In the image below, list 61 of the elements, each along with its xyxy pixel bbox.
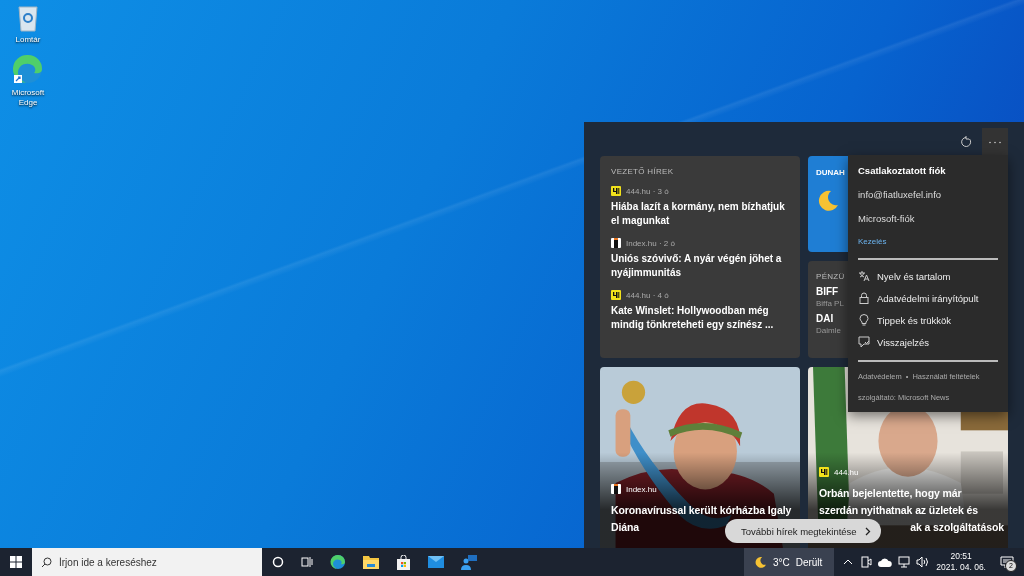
icon-label: Lomtár <box>14 35 42 45</box>
menu-item[interactable]: Visszajelzés <box>858 336 998 348</box>
card-heading: PÉNZÜ <box>816 272 845 281</box>
account-type: Microsoft-fiók <box>858 213 916 224</box>
store-icon[interactable] <box>396 554 411 570</box>
search-field[interactable]: Írjon ide a kereséshez <box>32 548 262 576</box>
headline-line[interactable]: Orbán bejelentette, hogy már <box>819 486 962 500</box>
edge-icon[interactable] <box>330 554 346 570</box>
windows-icon <box>10 556 22 568</box>
recycle-bin-icon[interactable] <box>17 4 39 32</box>
source-logo-icon <box>611 238 621 248</box>
headline-line[interactable]: szerdán nyithatnak az üzletek és <box>819 503 979 517</box>
moon-icon <box>816 189 840 213</box>
chevron-right-icon <box>864 526 871 536</box>
news-source: Index.hu · 2 ó <box>626 238 675 248</box>
moon-icon <box>753 555 767 569</box>
source-logo-icon <box>819 467 829 477</box>
source-logo-icon <box>611 186 621 196</box>
stock-name: Daimle <box>816 326 841 335</box>
card-heading: DUNAH <box>816 168 845 177</box>
refresh-icon <box>960 136 972 148</box>
camera-icon[interactable] <box>860 556 873 568</box>
manage-link[interactable]: Kezelés <box>858 237 998 246</box>
menu-item[interactable]: Tippek és trükkök <box>858 314 998 326</box>
clock[interactable]: 20:51 2021. 04. 06. <box>936 551 986 573</box>
news-source: 444.hu · 4 ó <box>626 290 669 300</box>
ellipsis-icon <box>988 140 1002 144</box>
news-source: Index.hu <box>626 484 657 494</box>
account-email: info@fiatluxefel.info <box>858 189 943 200</box>
card-heading: VEZETŐ HÍREK <box>611 167 674 176</box>
menu-item[interactable]: Nyelv és tartalom <box>858 270 998 282</box>
edge-icon[interactable] <box>12 53 44 85</box>
stock-symbol: BIFF <box>816 286 839 297</box>
news-source: 444.hu · 3 ó <box>626 186 669 196</box>
cloud-icon[interactable] <box>878 557 893 567</box>
lightbulb-icon <box>858 314 870 326</box>
folder-icon[interactable] <box>363 555 379 569</box>
icon-label: Microsoft Edge <box>10 88 46 108</box>
weather-widget[interactable]: 3°C Derült <box>743 548 835 576</box>
menu-item[interactable]: Adatvédelmi irányítópult <box>858 292 998 304</box>
headline-line[interactable]: Diána <box>611 520 640 534</box>
source-logo-icon <box>611 290 621 300</box>
lock-icon <box>858 292 870 304</box>
news-headline[interactable]: Hiába lazít a kormány, nem bízhatjuk el magunkat <box>611 200 789 228</box>
news-headline[interactable]: Uniós szóvivő: A nyár végén jöhet a nyájimmunitás <box>611 252 789 280</box>
search-icon <box>41 557 52 568</box>
task-view-icon[interactable] <box>301 556 313 568</box>
stock-name: Biffa PL <box>816 299 844 308</box>
people-icon[interactable] <box>461 554 477 570</box>
headline-line[interactable]: Koronavírussal került kórházba Igaly <box>611 503 792 517</box>
stock-symbol: DAI <box>816 313 834 324</box>
network-icon[interactable] <box>898 556 911 568</box>
menu-heading: Csatlakoztatott fiók <box>858 165 947 176</box>
source-logo-icon <box>611 484 621 494</box>
news-headline[interactable]: Kate Winslet: Hollywoodban még mindig tönkreteheti egy színész ... <box>611 304 789 332</box>
headline-line[interactable]: ak a szolgáltatások <box>910 520 1004 534</box>
feedback-icon <box>858 336 870 348</box>
language-icon <box>858 270 870 282</box>
volume-icon[interactable] <box>916 556 929 568</box>
more-news-button[interactable]: További hírek megtekintése <box>725 519 881 543</box>
cortana-icon[interactable] <box>272 556 284 568</box>
